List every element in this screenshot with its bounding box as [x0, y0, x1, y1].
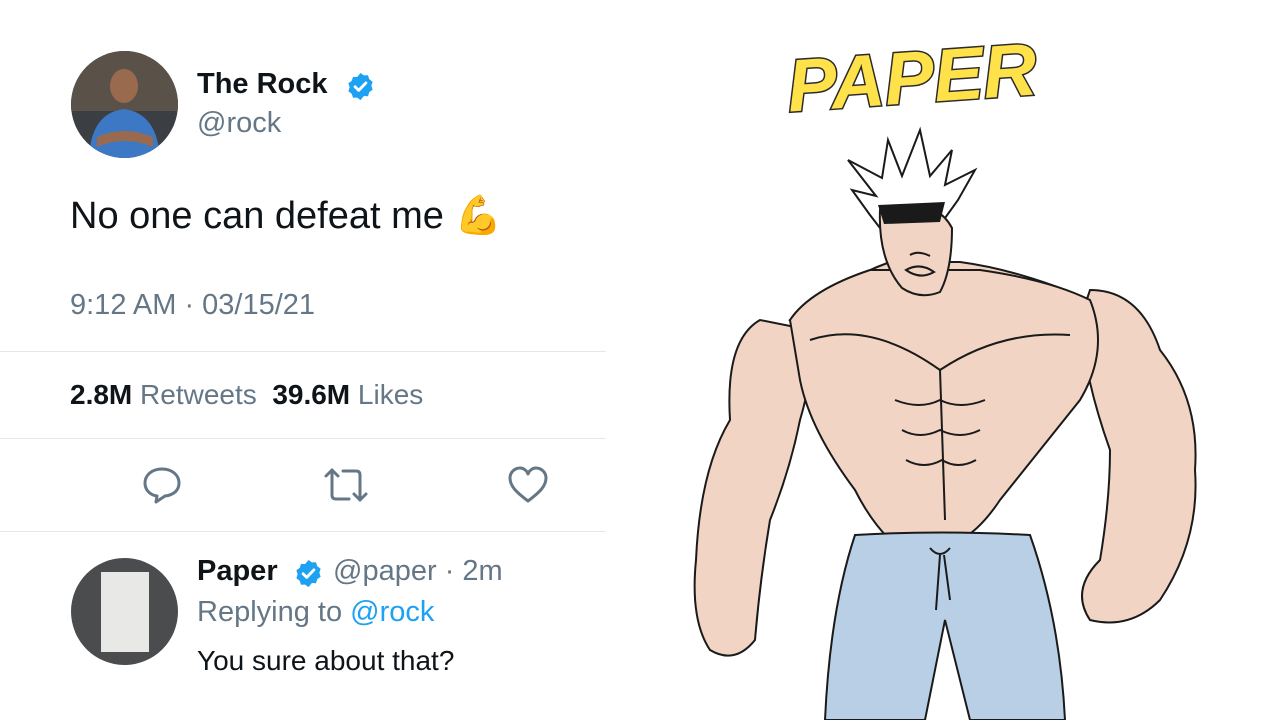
tweet-author-handle[interactable]: @rock — [197, 107, 281, 140]
likes-label[interactable]: Likes — [358, 379, 423, 410]
tweet-body: No one can defeat me — [70, 195, 444, 237]
verified-badge-icon — [348, 72, 373, 101]
retweets-count[interactable]: 2.8M — [70, 379, 132, 410]
paper-avatar[interactable] — [71, 558, 178, 665]
reply-author-meta: @paper · 2m — [333, 555, 503, 588]
tweet-text: No one can defeat me 💪 — [70, 194, 502, 238]
retweet-icon[interactable] — [322, 465, 370, 505]
sunglasses — [878, 202, 945, 224]
replying-to: Replying to @rock — [197, 596, 434, 629]
replying-to-label: Replying to — [197, 596, 343, 628]
divider — [0, 531, 606, 532]
reply-author-handle[interactable]: @paper — [333, 555, 437, 587]
tweet-author-name[interactable]: The Rock — [197, 68, 328, 101]
tweet-timestamp[interactable]: 9:12 AM · 03/15/21 — [70, 289, 315, 322]
divider — [0, 438, 606, 439]
like-icon[interactable] — [507, 465, 549, 505]
tweet-panel: The Rock @rock No one can defeat me 💪 9:… — [0, 0, 606, 720]
reply-text: You sure about that? — [197, 645, 455, 676]
illustration-title: PAPER — [785, 27, 1040, 127]
replying-to-handle-link[interactable]: @rock — [350, 596, 434, 628]
muscular-paper-drawing: PAPER — [693, 26, 1197, 721]
tweet-stats: 2.8M Retweets 39.6M Likes — [70, 379, 423, 411]
comment-icon[interactable] — [141, 463, 183, 505]
flexed-biceps-emoji: 💪 — [454, 195, 502, 237]
likes-count[interactable]: 39.6M — [272, 379, 350, 410]
illustration-panel: PAPER — [640, 0, 1280, 721]
reply-time[interactable]: · 2m — [445, 555, 503, 587]
rock-avatar[interactable] — [71, 51, 178, 158]
divider — [0, 351, 606, 352]
reply-author-name[interactable]: Paper — [197, 555, 278, 588]
verified-badge-icon — [296, 559, 321, 588]
left-arm — [693, 318, 813, 657]
retweets-label[interactable]: Retweets — [140, 379, 257, 410]
